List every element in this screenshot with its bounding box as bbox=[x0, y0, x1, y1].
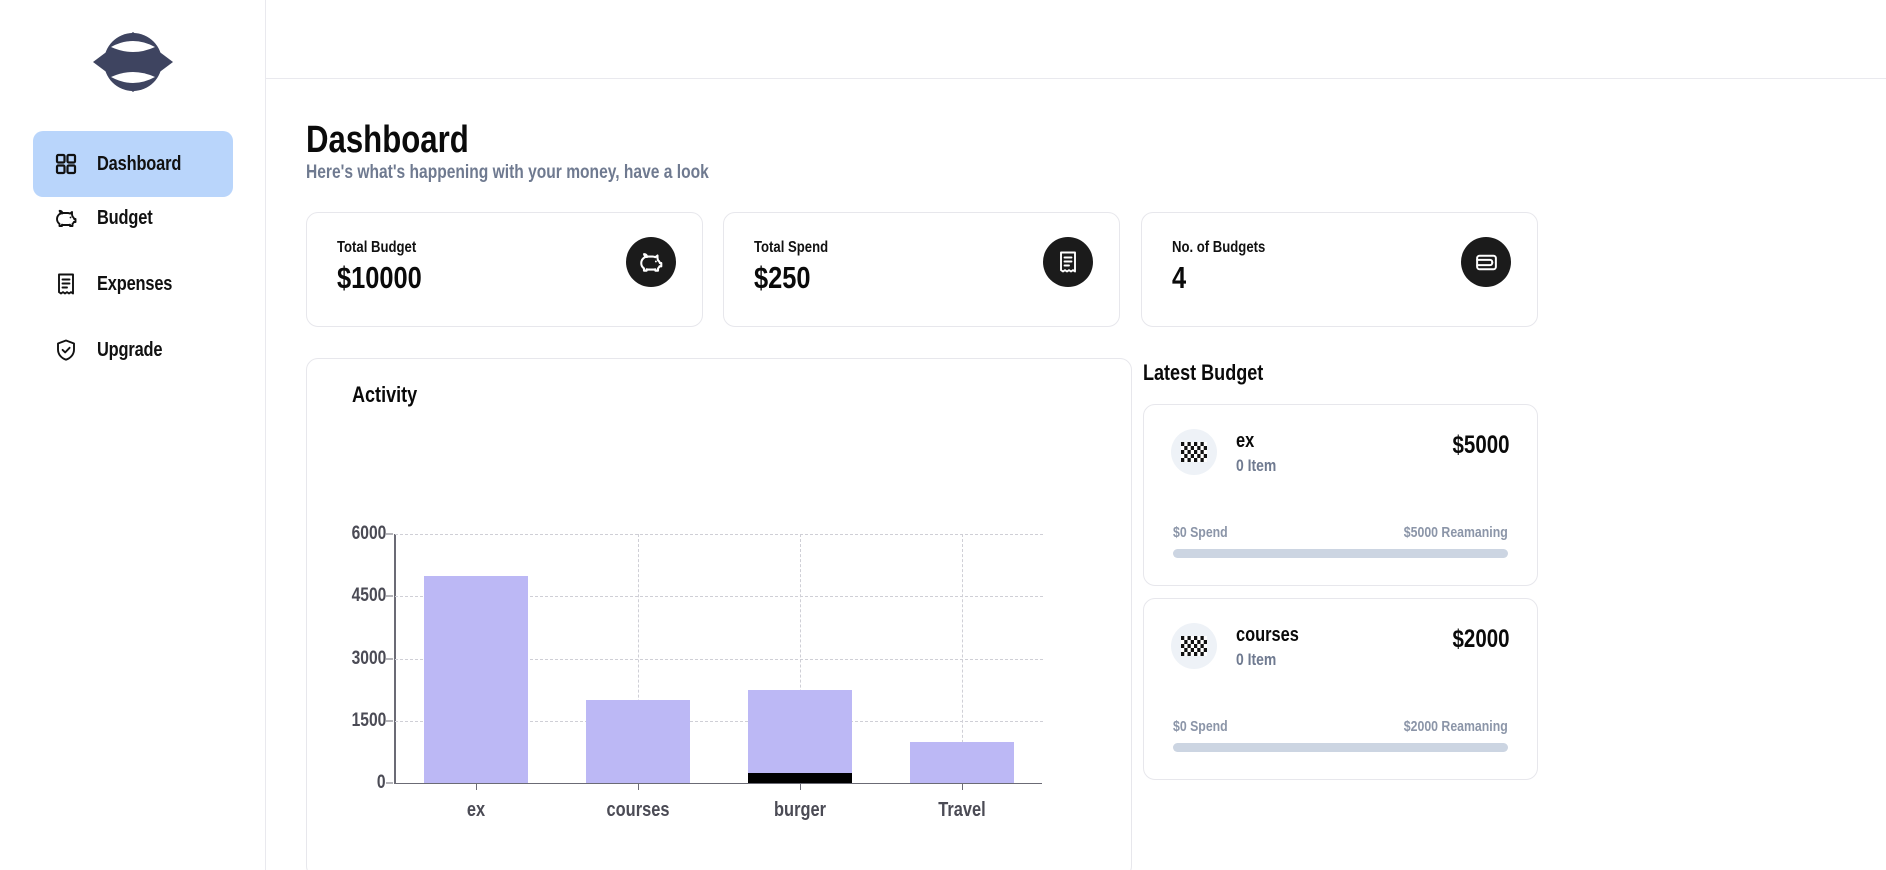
checkerboard-glyph bbox=[1181, 636, 1207, 656]
budget-progress-bar bbox=[1173, 743, 1508, 752]
y-axis-tick-mark bbox=[386, 533, 393, 535]
budget-amount: $5000 bbox=[1452, 431, 1510, 459]
bar-chart-plot-area[interactable]: 0 1500 3000 4500 6000 ex courses burger Travel bbox=[351, 523, 1043, 821]
checkerboard-emoji-icon bbox=[1171, 623, 1217, 669]
budget-remaining-label: $2000 Reamaning bbox=[1404, 718, 1508, 735]
y-axis-tick-mark bbox=[386, 720, 393, 722]
x-axis-tick-mark bbox=[799, 783, 801, 790]
receipt-icon bbox=[53, 271, 79, 297]
chart-bar-group[interactable]: Travel bbox=[909, 534, 1015, 821]
sidebar-item-label: Upgrade bbox=[97, 338, 163, 361]
x-axis-tick-label: burger bbox=[774, 799, 826, 821]
x-axis-tick-label: Travel bbox=[938, 799, 986, 821]
stat-card-no-of-budgets[interactable]: No. of Budgets 4 bbox=[1141, 212, 1538, 327]
x-axis-tick-label: courses bbox=[606, 799, 670, 821]
sidebar-item-label: Expenses bbox=[97, 272, 173, 295]
y-axis-tick-label: 3000 bbox=[351, 647, 386, 669]
checkerboard-emoji-icon bbox=[1171, 429, 1217, 475]
chart-bar-group[interactable]: ex bbox=[423, 534, 529, 821]
budget-remaining-label: $5000 Reamaning bbox=[1404, 524, 1508, 541]
budget-card[interactable]: ex 0 Item $5000 $0 Spend $5000 Reamaning bbox=[1143, 404, 1538, 586]
main-content: Dashboard Here's what's happening with y… bbox=[266, 79, 1886, 870]
stat-icon-badge bbox=[626, 237, 676, 287]
top-bar bbox=[266, 0, 1886, 79]
chart-bar-budget[interactable] bbox=[585, 700, 691, 783]
budget-spend-label: $0 Spend bbox=[1173, 524, 1228, 541]
sidebar-item-upgrade[interactable]: Upgrade bbox=[33, 330, 233, 370]
grid-icon bbox=[53, 151, 79, 177]
checkerboard-glyph bbox=[1181, 442, 1207, 462]
x-axis-tick-mark bbox=[475, 783, 477, 790]
x-axis-tick-mark bbox=[637, 783, 639, 790]
sidebar-item-label: Dashboard bbox=[97, 152, 182, 175]
stat-icon-badge bbox=[1043, 237, 1093, 287]
sidebar-item-expenses[interactable]: Expenses bbox=[33, 264, 233, 304]
stat-value: 4 bbox=[1172, 260, 1187, 295]
chart-bar-budget[interactable] bbox=[423, 575, 529, 783]
app-root: Dashboard Budget Expenses Upgrade Dashbo… bbox=[0, 0, 1886, 870]
stat-value: $10000 bbox=[337, 260, 422, 295]
budget-spend-label: $0 Spend bbox=[1173, 718, 1228, 735]
piggy-bank-icon bbox=[640, 253, 663, 272]
y-axis-tick-mark bbox=[386, 782, 393, 784]
stat-label: Total Spend bbox=[754, 239, 829, 256]
latest-budget-heading: Latest Budget bbox=[1143, 360, 1264, 385]
x-axis-tick-mark bbox=[961, 783, 963, 790]
sidebar-nav: Dashboard Budget Expenses Upgrade bbox=[33, 131, 233, 396]
stat-icon-badge bbox=[1461, 237, 1511, 287]
chart-bar-spend[interactable] bbox=[747, 772, 853, 783]
stat-card-total-spend[interactable]: Total Spend $250 bbox=[723, 212, 1120, 327]
y-axis-tick-mark bbox=[386, 658, 393, 659]
budget-progress-bar bbox=[1173, 549, 1508, 558]
activity-chart-card: Activity 0 1500 3000 4500 6000 ex courses burge… bbox=[306, 358, 1132, 870]
budget-item-count: 0 Item bbox=[1236, 650, 1277, 669]
wallet-icon bbox=[1475, 254, 1497, 270]
budget-amount: $2000 bbox=[1452, 625, 1510, 653]
eye-logo-icon bbox=[93, 32, 173, 92]
y-axis-tick-label: 4500 bbox=[351, 585, 386, 607]
page-title: Dashboard bbox=[306, 119, 469, 161]
x-axis-tick-label: ex bbox=[466, 799, 486, 821]
stat-card-total-budget[interactable]: Total Budget $10000 bbox=[306, 212, 703, 327]
chart-title: Activity bbox=[352, 382, 418, 407]
chart-bar-group[interactable]: burger bbox=[747, 534, 853, 821]
sidebar-item-budget[interactable]: Budget bbox=[33, 198, 233, 238]
sidebar: Dashboard Budget Expenses Upgrade bbox=[0, 0, 266, 870]
y-axis-tick-label: 0 bbox=[377, 772, 386, 793]
stat-label: Total Budget bbox=[337, 239, 417, 256]
budget-card[interactable]: courses 0 Item $2000 $0 Spend $2000 Ream… bbox=[1143, 598, 1538, 780]
receipt-icon bbox=[1060, 251, 1076, 273]
y-axis-tick-label: 1500 bbox=[351, 709, 386, 731]
page-subtitle: Here's what's happening with your money,… bbox=[306, 162, 709, 183]
sidebar-item-dashboard[interactable]: Dashboard bbox=[33, 131, 233, 197]
y-axis-tick-mark bbox=[386, 595, 393, 597]
chart-bar-budget[interactable] bbox=[909, 741, 1015, 783]
app-logo[interactable] bbox=[0, 18, 266, 106]
stat-label: No. of Budgets bbox=[1172, 239, 1266, 256]
chart-bar-group[interactable]: courses bbox=[585, 534, 691, 821]
y-axis-tick-label: 6000 bbox=[351, 523, 386, 544]
x-axis-line bbox=[394, 783, 1042, 784]
chart-bar-budget[interactable] bbox=[747, 689, 853, 783]
budget-item-count: 0 Item bbox=[1236, 456, 1277, 475]
shield-check-icon bbox=[53, 337, 79, 363]
sidebar-item-label: Budget bbox=[97, 206, 153, 229]
budget-name: ex bbox=[1236, 430, 1255, 452]
piggy-bank-icon bbox=[53, 205, 79, 231]
budget-name: courses bbox=[1236, 624, 1299, 646]
stat-value: $250 bbox=[754, 260, 811, 295]
